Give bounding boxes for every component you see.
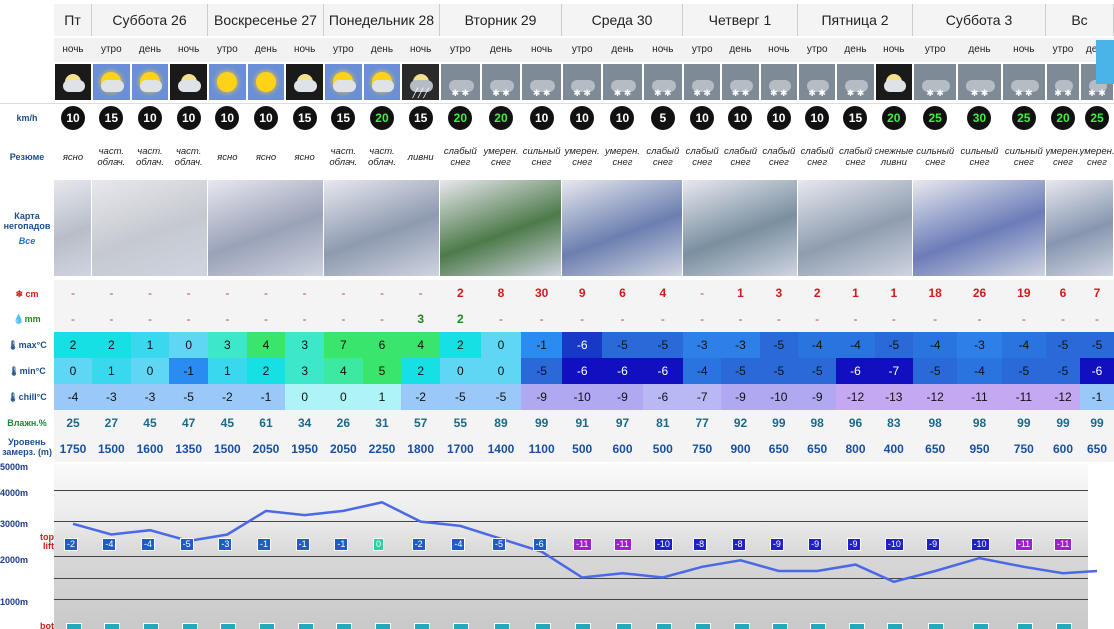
- bot-temp-badge: [1016, 623, 1033, 629]
- bot-temp-badge: [810, 623, 827, 629]
- top-lift-temp-badge: -10: [653, 538, 673, 551]
- bot-temp-badge: [375, 623, 391, 629]
- bot-temp-badge: [413, 623, 430, 629]
- top-lift-temp-badge: -1: [334, 538, 349, 551]
- top-lift-temp-badge: -11: [1054, 538, 1073, 551]
- top-lift-temp-badge: -2: [411, 538, 426, 551]
- bot-temp-badge: [181, 623, 198, 629]
- bot-temp-badge: [575, 623, 592, 629]
- top-lift-temp-badge: -10: [970, 538, 990, 551]
- bot-temp-badge: [655, 623, 672, 629]
- top-lift-temp-badge: -5: [179, 538, 194, 551]
- bot-temp-badge: [733, 623, 750, 629]
- bot-temp-badge: [66, 623, 82, 629]
- bot-temp-badge: [1056, 623, 1072, 629]
- bot-temp-badge: [534, 623, 551, 629]
- bot-temp-badge: [695, 623, 712, 629]
- top-lift-temp-badge: -9: [926, 538, 941, 551]
- bot-temp-badge: [259, 623, 275, 629]
- top-lift-temp-badge: -4: [451, 538, 466, 551]
- top-lift-temp-badge: -1: [257, 538, 272, 551]
- top-lift-temp-badge: -9: [808, 538, 823, 551]
- top-lift-temp-badge: -8: [693, 538, 708, 551]
- top-lift-temp-badge: -5: [492, 538, 507, 551]
- bot-temp-badge: [494, 623, 510, 629]
- top-lift-temp-badge: -3: [218, 538, 233, 551]
- top-lift-temp-badge: -11: [1014, 538, 1034, 551]
- bot-temp-badge: [615, 623, 632, 629]
- top-lift-temp-badge: -9: [769, 538, 784, 551]
- bot-temp-badge: [972, 623, 989, 629]
- top-lift-temp-badge: -11: [573, 538, 592, 551]
- top-lift-temp-badge: -11: [613, 538, 632, 551]
- bot-temp-badge: [886, 623, 903, 629]
- top-lift-temp-badge: -10: [884, 538, 904, 551]
- bot-temp-badge: [104, 623, 121, 629]
- bot-temp-badge: [928, 623, 945, 629]
- bot-temp-badge: [220, 623, 237, 629]
- forecast-table: km/h Резюме Карта негопадов Все ❄ cm 💧mm …: [0, 0, 1114, 629]
- top-lift-temp-badge: -8: [731, 538, 746, 551]
- scroll-tab[interactable]: [1096, 40, 1114, 84]
- bot-temp-badge: [453, 623, 470, 629]
- top-lift-temp-badge: 0: [373, 538, 385, 551]
- top-lift-temp-badge: -6: [532, 538, 547, 551]
- bot-temp-badge: [848, 623, 865, 629]
- top-lift-temp-badge: -1: [295, 538, 310, 551]
- top-lift-temp-badge: -4: [102, 538, 117, 551]
- bot-temp-badge: [771, 623, 788, 629]
- top-lift-temp-badge: -4: [141, 538, 156, 551]
- bot-temp-badge: [336, 623, 353, 629]
- top-lift-temp-badge: -9: [846, 538, 861, 551]
- bot-temp-badge: [297, 623, 314, 629]
- freezing-level-line: [72, 500, 1098, 584]
- top-lift-temp-badge: -2: [64, 538, 79, 551]
- bot-temp-badge: [143, 623, 159, 629]
